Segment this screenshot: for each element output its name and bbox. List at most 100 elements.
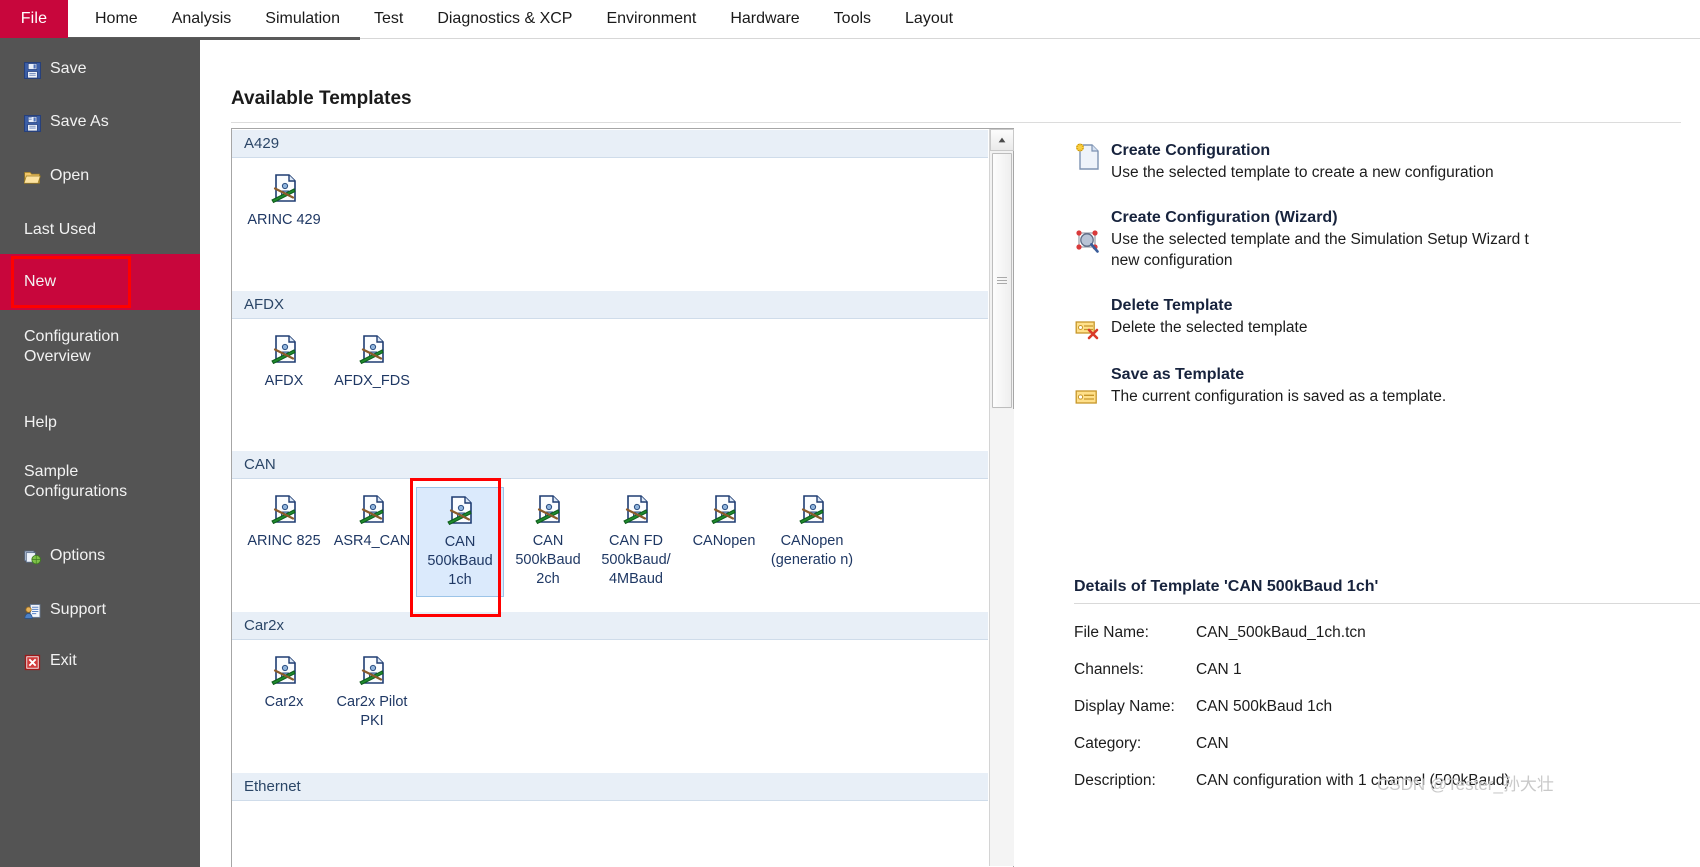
templates-list-panel: A429 ARINC 429 AFDX AFDX AFDX_FDS CAN AR… — [231, 128, 1014, 867]
action-title: Create Configuration (Wizard) — [1111, 209, 1338, 226]
template-tile-arinc-825[interactable]: ARINC 825 — [240, 487, 328, 583]
template-tile-label: CANopen — [692, 533, 756, 549]
action-description: Delete the selected template — [1111, 319, 1308, 336]
sidebar-item-save-as[interactable]: Save As — [0, 108, 121, 136]
templates-vertical-scrollbar[interactable] — [989, 129, 1014, 866]
template-tile-asr4-can[interactable]: ASR4_CAN — [328, 487, 416, 583]
template-tile-car2x[interactable]: Car2x — [240, 648, 328, 744]
action-text-block: Delete Template Delete the selected temp… — [1111, 295, 1307, 340]
sidebar-item-open[interactable]: Open — [0, 162, 101, 190]
sidebar-item-sample-configurations[interactable]: Sample Configurations — [0, 462, 139, 502]
action-description: The current configuration is saved as a … — [1111, 388, 1447, 405]
template-tile-label: ARINC 429 — [247, 212, 321, 228]
details-panel-rule — [1074, 603, 1700, 604]
action-create-configuration[interactable]: Create Configuration Use the selected te… — [1074, 140, 1674, 183]
sidebar-item-new[interactable]: New — [0, 254, 200, 310]
options-icon — [24, 549, 41, 566]
details-value: CAN configuration with 1 channel (500kBa… — [1196, 772, 1510, 789]
template-tile-afdx[interactable]: AFDX — [240, 327, 328, 423]
action-title: Delete Template — [1111, 297, 1233, 314]
template-tile-canopen[interactable]: CANopen — [680, 487, 768, 583]
template-tile-car2x-pilot-pki[interactable]: Car2x Pilot PKI — [328, 648, 416, 744]
template-tile-canopen-generation[interactable]: CANopen (generatio n) — [768, 487, 856, 583]
save-icon — [24, 61, 41, 79]
ribbon-tab-test-label: Test — [373, 10, 404, 27]
action-description: Use the selected template to create a ne… — [1111, 164, 1494, 181]
ribbon-tab-layout[interactable]: Layout — [888, 0, 970, 38]
action-save-as-template[interactable]: Save as Template The current configurati… — [1074, 364, 1674, 409]
ribbon-tab-simulation[interactable]: Simulation — [248, 0, 357, 38]
templates-scroll-viewport: A429 ARINC 429 AFDX AFDX AFDX_FDS CAN AR… — [232, 129, 988, 866]
details-row-category: Category: CAN — [1074, 735, 1700, 753]
sidebar-item-configuration-overview[interactable]: Configuration Overview — [0, 327, 131, 367]
template-group-header-afdx[interactable]: AFDX — [232, 290, 988, 319]
template-group-header-car2x-label: Car2x — [244, 617, 285, 634]
template-tile-label: CAN 500kBaud 1ch — [427, 534, 493, 588]
template-tile-label: AFDX — [264, 373, 304, 389]
template-document-icon — [444, 494, 476, 526]
details-panel-grid: File Name: CAN_500kBaud_1ch.tcn Channels… — [1074, 624, 1700, 809]
template-tile-label: CAN 500kBaud 2ch — [515, 533, 581, 587]
action-title: Save as Template — [1111, 366, 1245, 383]
scrollbar-track[interactable] — [990, 409, 1014, 866]
template-tile-can-fd-500kbaud-4mbaud[interactable]: CAN FD 500kBaud/ 4MBaud — [592, 487, 680, 595]
ribbon-tab-home[interactable]: Home — [78, 0, 155, 38]
template-group-header-can[interactable]: CAN — [232, 450, 988, 479]
action-text-block: Save as Template The current configurati… — [1111, 364, 1446, 409]
action-delete-template[interactable]: Delete Template Delete the selected temp… — [1074, 295, 1674, 340]
template-group-body-can: ARINC 825 ASR4_CAN CAN 500kBaud 1ch CAN … — [232, 479, 988, 611]
details-row-display-name: Display Name: CAN 500kBaud 1ch — [1074, 698, 1700, 716]
ribbon-tab-file[interactable]: File — [0, 0, 68, 38]
ribbon-tab-analysis[interactable]: Analysis — [155, 0, 249, 38]
page-title: Available Templates — [231, 88, 412, 109]
ribbon-tab-analysis-label: Analysis — [171, 10, 232, 27]
sidebar-item-support[interactable]: Support — [0, 596, 118, 624]
sidebar-item-open-label: Open — [50, 167, 90, 184]
sidebar-item-save[interactable]: Save — [0, 55, 98, 83]
template-document-icon — [620, 493, 652, 525]
action-text-block: Create Configuration (Wizard) Use the se… — [1111, 207, 1529, 271]
sidebar-item-save-as-label: Save As — [50, 113, 109, 130]
action-create-configuration-wizard[interactable]: Create Configuration (Wizard) Use the se… — [1074, 207, 1674, 271]
details-value: CAN — [1196, 735, 1229, 752]
sidebar-item-exit[interactable]: Exit — [0, 647, 89, 675]
ribbon-tab-environment-label: Environment — [606, 10, 697, 27]
template-document-icon — [356, 654, 388, 686]
delete-template-icon — [1074, 295, 1102, 340]
sidebar-item-sample-configurations-label: Sample Configurations — [24, 463, 128, 500]
ribbon-tab-environment[interactable]: Environment — [589, 0, 713, 38]
sidebar-item-help-label: Help — [24, 414, 57, 431]
ribbon-tab-list: Home Analysis Simulation Test Diagnostic… — [68, 0, 970, 38]
scrollbar-thumb[interactable] — [992, 153, 1012, 408]
template-document-icon — [708, 493, 740, 525]
template-tile-can-500kbaud-2ch[interactable]: CAN 500kBaud 2ch — [504, 487, 592, 595]
template-tile-label: ARINC 825 — [247, 533, 321, 549]
template-group-header-ethernet-label: Ethernet — [244, 778, 301, 795]
template-document-icon — [268, 172, 300, 204]
ribbon-tab-test[interactable]: Test — [357, 0, 420, 38]
sidebar-item-last-used[interactable]: Last Used — [0, 216, 108, 244]
ribbon-tab-hardware[interactable]: Hardware — [713, 0, 816, 38]
sidebar-item-help[interactable]: Help — [0, 409, 69, 437]
template-group-body-afdx: AFDX AFDX_FDS — [232, 319, 988, 450]
page-title-rule — [231, 122, 1681, 123]
template-group-body-car2x: Car2x Car2x Pilot PKI — [232, 640, 988, 772]
template-group-header-ethernet[interactable]: Ethernet — [232, 772, 988, 801]
ribbon-tab-hardware-label: Hardware — [730, 10, 800, 27]
ribbon-tab-tools[interactable]: Tools — [817, 0, 888, 38]
action-title: Create Configuration — [1111, 142, 1271, 159]
ribbon-tab-diagnostics-xcp[interactable]: Diagnostics & XCP — [420, 0, 589, 38]
template-group-header-can-label: CAN — [244, 456, 276, 473]
scrollbar-grip-icon — [997, 276, 1007, 285]
template-tile-can-500kbaud-1ch[interactable]: CAN 500kBaud 1ch — [416, 487, 504, 597]
scroll-up-button[interactable] — [990, 129, 1014, 151]
sidebar-item-new-label: New — [24, 273, 57, 290]
details-key: File Name: — [1074, 624, 1149, 641]
template-document-icon — [532, 493, 564, 525]
template-group-header-a429[interactable]: A429 — [232, 129, 988, 158]
template-tile-afdx-fds[interactable]: AFDX_FDS — [328, 327, 416, 423]
template-tile-arinc-429[interactable]: ARINC 429 — [240, 166, 328, 262]
sidebar-item-options[interactable]: Options — [0, 542, 117, 570]
details-row-channels: Channels: CAN 1 — [1074, 661, 1700, 679]
template-group-header-car2x[interactable]: Car2x — [232, 611, 988, 640]
